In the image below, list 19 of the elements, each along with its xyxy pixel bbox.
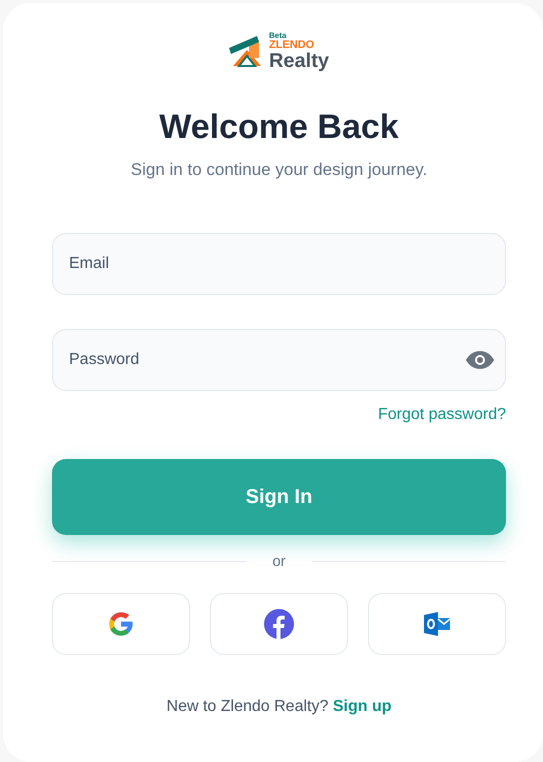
google-icon	[107, 610, 135, 638]
sign-in-button[interactable]: Sign In	[52, 458, 506, 534]
logo-top-text: ZLENDO	[268, 40, 316, 50]
divider-label: or	[272, 552, 286, 572]
subtitle: Sign in to continue your design journey.	[130, 159, 428, 181]
outlook-sign-in-button[interactable]	[368, 593, 506, 655]
eye-icon[interactable]	[466, 350, 494, 370]
logo-text: Realty	[268, 50, 330, 70]
sign-up-link[interactable]: Sign up	[332, 698, 392, 715]
email-field[interactable]: Email	[52, 232, 506, 294]
password-field[interactable]: Password	[52, 328, 506, 390]
beta-label: Beta	[268, 32, 288, 40]
outlook-icon	[424, 611, 450, 637]
signup-prompt: New to Zlendo Realty?	[166, 698, 328, 715]
heading: Welcome Back	[159, 107, 399, 148]
facebook-sign-in-button[interactable]	[210, 593, 348, 655]
google-sign-in-button[interactable]	[52, 593, 190, 655]
forgot-password-link[interactable]: Forgot password?	[378, 402, 506, 426]
facebook-icon	[264, 609, 294, 639]
